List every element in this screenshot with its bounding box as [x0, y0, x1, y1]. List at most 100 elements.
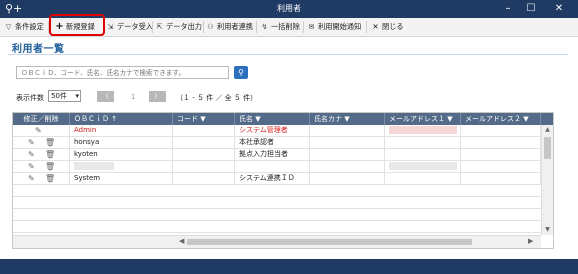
row-actions: ✎ 🗑 — [13, 173, 70, 184]
toolbar-divider — [152, 21, 153, 33]
empty-row — [13, 197, 541, 209]
start-notice-button[interactable]: ✉ 利用開始通知 — [307, 20, 361, 34]
column-header-email2[interactable]: メールアドレス２ ▼ — [461, 113, 541, 125]
empty-row — [13, 209, 541, 221]
table-row[interactable]: ✎ 🗑 kyoten 拠点入力担当者 — [13, 149, 541, 161]
cell-code — [173, 125, 235, 136]
scroll-right-icon[interactable]: ▶ — [528, 237, 533, 245]
cell-obcid: System — [70, 173, 173, 184]
column-header-email1[interactable]: メールアドレス１ ▼ — [385, 113, 461, 125]
toolbar-label: 利用者連携 — [217, 22, 253, 31]
page-number[interactable]: 1 — [131, 93, 135, 101]
title-divider — [8, 54, 568, 55]
cell-name: システム連携ＩＤ — [235, 173, 310, 184]
export-icon: ⇱ — [156, 22, 163, 31]
edit-icon[interactable]: ✎ — [28, 174, 35, 183]
main-content: 利用者一覧 ⚲ 表示件数 50件 ▾ 〈 1 〉 （１ - ５ 件 ／ 全 ５ … — [0, 37, 578, 259]
trash-icon[interactable]: 🗑 — [45, 138, 55, 147]
cell-name: システム管理者 — [235, 125, 310, 136]
edit-icon[interactable]: ✎ — [28, 150, 35, 159]
bulk-delete-icon: ↯ — [261, 22, 268, 31]
cell-email2 — [461, 125, 541, 136]
trash-icon[interactable]: 🗑 — [45, 150, 55, 159]
window-title: 利用者 — [277, 4, 301, 13]
toolbar-label: 利用開始通知 — [318, 22, 362, 31]
trash-icon[interactable]: 🗑 — [45, 162, 55, 171]
cell-kana — [310, 173, 385, 184]
data-export-button[interactable]: ⇱ データ出力 — [155, 20, 202, 34]
chevron-down-icon: ▾ — [75, 92, 79, 100]
filter-icon: ▽ — [5, 22, 12, 31]
edit-icon[interactable]: ✎ — [28, 162, 35, 171]
scroll-down-icon[interactable]: ▼ — [542, 226, 553, 233]
search-input[interactable] — [16, 66, 229, 79]
column-header-edit-delete: 修正／削除 — [13, 113, 70, 125]
window-close-button[interactable]: ✕ — [548, 1, 570, 17]
scroll-thumb[interactable] — [187, 239, 472, 245]
scroll-left-icon[interactable]: ◀ — [179, 237, 184, 245]
table-row[interactable]: ✎ 🗑 System システム連携ＩＤ — [13, 173, 541, 185]
toolbar-label: データ出力 — [166, 22, 202, 31]
cell-code — [173, 161, 235, 172]
cell-email1 — [385, 125, 461, 136]
cell-email2 — [461, 161, 541, 172]
data-import-button[interactable]: ⇲ データ受入 — [106, 20, 153, 34]
trash-icon[interactable]: 🗑 — [45, 174, 55, 183]
horizontal-scrollbar[interactable]: ◀ ▶ — [13, 235, 541, 248]
cell-kana — [310, 125, 385, 136]
user-link-button[interactable]: ⚇ 利用者連携 — [206, 20, 253, 34]
cell-obcid: kyoten — [70, 149, 173, 160]
cell-obcid: honsya — [70, 137, 173, 148]
cell-kana — [310, 149, 385, 160]
table-row[interactable]: ✎ Admin システム管理者 — [13, 125, 541, 137]
page-title: 利用者一覧 — [12, 44, 65, 55]
table-row[interactable]: ✎ 🗑 — [13, 161, 541, 173]
cell-name: 本社承認者 — [235, 137, 310, 148]
cell-code — [173, 149, 235, 160]
page-range: （１ - ５ 件 ／ 全 ５ 件） — [176, 94, 258, 102]
table-row[interactable]: ✎ 🗑 honsya 本社承認者 — [13, 137, 541, 149]
column-header-obcid[interactable]: ＯＢＣｉＤ ↑ — [70, 113, 173, 125]
column-header-kana[interactable]: 氏名カナ ▼ — [310, 113, 385, 125]
vertical-scrollbar[interactable]: ▲ ▼ — [541, 125, 553, 235]
empty-row — [13, 221, 541, 233]
mail-notify-icon: ✉ — [308, 22, 315, 31]
scroll-thumb[interactable] — [544, 137, 551, 159]
close-button[interactable]: ✕ 閉じる — [371, 20, 404, 34]
edit-icon[interactable]: ✎ — [35, 126, 42, 135]
display-count-select[interactable]: 50件 ▾ — [48, 90, 81, 102]
cell-email1 — [385, 149, 461, 160]
cell-email1 — [385, 173, 461, 184]
cell-name: 拠点入力担当者 — [235, 149, 310, 160]
table-header: 修正／削除 ＯＢＣｉＤ ↑ コード ▼ 氏名 ▼ 氏名カナ ▼ メールアドレス１… — [13, 113, 553, 125]
row-actions: ✎ 🗑 — [13, 137, 70, 148]
cell-code — [173, 137, 235, 148]
condition-settings-button[interactable]: ▽ 条件設定 — [4, 20, 44, 34]
close-icon: ✕ — [372, 22, 379, 31]
row-actions: ✎ 🗑 — [13, 149, 70, 160]
scroll-up-icon[interactable]: ▲ — [542, 126, 553, 133]
cell-email1 — [385, 161, 461, 172]
column-header-name[interactable]: 氏名 ▼ — [235, 113, 310, 125]
toolbar-label: 閉じる — [382, 22, 404, 31]
toolbar-label: 条件設定 — [15, 22, 44, 31]
cell-email1 — [385, 137, 461, 148]
cell-email2 — [461, 149, 541, 160]
minimize-button[interactable]: – — [497, 1, 519, 17]
display-count-label: 表示件数 — [16, 94, 44, 102]
toolbar-divider — [256, 21, 257, 33]
toolbar-label: 一括削除 — [271, 22, 300, 31]
edit-icon[interactable]: ✎ — [28, 138, 35, 147]
bulk-delete-button[interactable]: ↯ 一括削除 — [260, 20, 300, 34]
search-button[interactable]: ⚲ — [234, 66, 248, 79]
prev-page-button[interactable]: 〈 — [97, 91, 114, 102]
column-header-code[interactable]: コード ▼ — [173, 113, 235, 125]
cell-code — [173, 173, 235, 184]
window-bottom-border — [0, 259, 578, 274]
cell-name — [235, 161, 310, 172]
redacted-email — [389, 126, 457, 134]
toolbar-label: データ受入 — [117, 22, 153, 31]
next-page-button[interactable]: 〉 — [149, 91, 166, 102]
maximize-button[interactable]: ☐ — [520, 1, 542, 17]
cell-email2 — [461, 137, 541, 148]
